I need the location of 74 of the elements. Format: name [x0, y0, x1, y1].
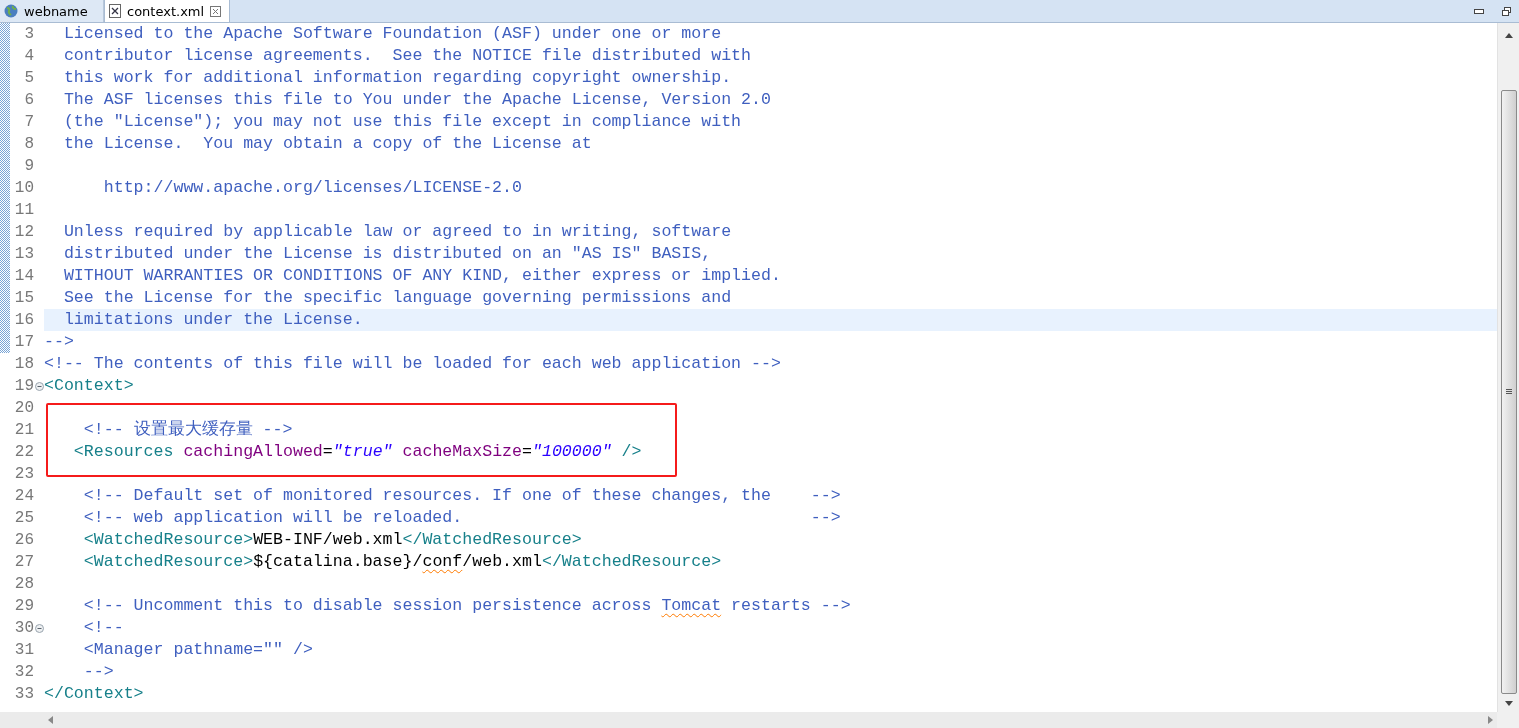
code-line: distributed under the License is distributed on an "AS IS" BASIS, — [62, 244, 712, 263]
line-number: 18 — [13, 354, 34, 375]
line-number: 4 — [23, 46, 34, 67]
minimize-icon[interactable] — [1474, 8, 1484, 14]
close-icon[interactable] — [210, 5, 222, 17]
editor-tab[interactable]: context.xml — [104, 0, 231, 22]
code-line: (the "License"); you may not use this file except in compliance with — [62, 112, 742, 131]
line-number: 3 — [23, 24, 34, 45]
line-number: 5 — [23, 68, 34, 89]
grip-icon — [1505, 389, 1512, 395]
collapse-icon[interactable] — [34, 381, 44, 391]
line-number: 7 — [23, 112, 34, 133]
line-number: 6 — [23, 90, 34, 111]
code-line: http://www.apache.org/licenses/LICENSE-2.0 — [102, 178, 522, 197]
code-line: the License. You may obtain a copy of the License at — [62, 134, 592, 153]
scroll-down-icon[interactable] — [1504, 701, 1513, 706]
line-number: 15 — [13, 288, 34, 309]
line-number: 9 — [23, 156, 34, 177]
code-line: this work for additional information regarding copyright ownership. — [62, 68, 732, 87]
line-number: 8 — [23, 134, 34, 155]
line-number: 21 — [13, 420, 34, 441]
line-number: 16 — [13, 310, 34, 331]
line-number: 13 — [13, 244, 34, 265]
scroll-right-icon[interactable] — [1488, 716, 1493, 724]
code-line: <!-- The contents of this file will be loaded for each web application --> — [44, 354, 781, 373]
horizontal-scrollbar[interactable] — [0, 712, 1497, 728]
code-line: <WatchedResource>${catalina.base}/conf/web.xml</WatchedResource> — [82, 552, 722, 571]
code-line: <!-- Uncomment this to disable session persistence across Tomcat restarts --> — [82, 596, 851, 615]
line-number: 19 — [13, 376, 34, 397]
scroll-left-icon[interactable] — [48, 716, 53, 724]
code-line: WITHOUT WARRANTIES OR CONDITIONS OF ANY KIND, either express or implied. — [62, 266, 781, 285]
code-line: contributor license agreements. See the NOTICE file distributed with — [62, 46, 751, 65]
line-number: 10 — [13, 178, 34, 199]
code-line: <!-- 设置最大缓存量 --> — [82, 420, 293, 439]
line-number: 22 — [13, 442, 34, 463]
line-number: 29 — [13, 596, 34, 617]
code-line: <!-- — [82, 618, 124, 637]
line-number: 23 — [13, 464, 34, 485]
code-line: Unless required by applicable law or agreed to in writing, software — [62, 222, 732, 241]
line-number: 27 — [13, 552, 34, 573]
code-line: Licensed to the Apache Software Foundation (ASF) under one or more — [62, 24, 722, 43]
globe-icon — [4, 4, 18, 18]
line-number: 31 — [13, 640, 34, 661]
vertical-scrollbar[interactable] — [1497, 23, 1519, 712]
code-line: <Manager pathname="" /> — [82, 640, 313, 659]
line-number: 24 — [13, 486, 34, 507]
line-number: 17 — [13, 332, 34, 353]
line-number: 14 — [13, 266, 34, 287]
code-line: <Resources cachingAllowed="true" cacheMaxSize="100000" /> — [72, 442, 642, 461]
code-line: limitations under the License. — [62, 310, 363, 329]
line-number: 11 — [13, 200, 34, 221]
line-number: 33 — [13, 684, 34, 705]
line-number: 28 — [13, 574, 34, 595]
code-line: See the License for the specific language governing permissions and — [62, 288, 732, 307]
collapse-icon[interactable] — [34, 623, 44, 633]
line-number: 32 — [13, 662, 34, 683]
restore-icon[interactable] — [1502, 6, 1511, 16]
line-number: 25 — [13, 508, 34, 529]
code-line: --> — [44, 332, 74, 351]
file-icon — [109, 4, 121, 18]
code-line: --> — [82, 662, 114, 681]
line-number: 12 — [13, 222, 34, 243]
code-line: <Context> — [44, 376, 134, 395]
line-number: 20 — [13, 398, 34, 419]
code-line: <!-- Default set of monitored resources. If one of these changes, the --> — [82, 486, 841, 505]
code-line: <WatchedResource>WEB-INF/web.xml</WatchedResource> — [82, 530, 582, 549]
line-number: 30 — [13, 618, 34, 639]
code-line: </Context> — [44, 684, 144, 703]
code-line: The ASF licenses this file to You under the Apache License, Version 2.0 — [62, 90, 771, 109]
scrollbar-corner — [1497, 712, 1519, 728]
editor-tab[interactable]: webname — [0, 0, 104, 22]
scroll-up-icon[interactable] — [1504, 33, 1513, 38]
code-line: <!-- web application will be reloaded. --> — [82, 508, 841, 527]
line-number: 26 — [13, 530, 34, 551]
